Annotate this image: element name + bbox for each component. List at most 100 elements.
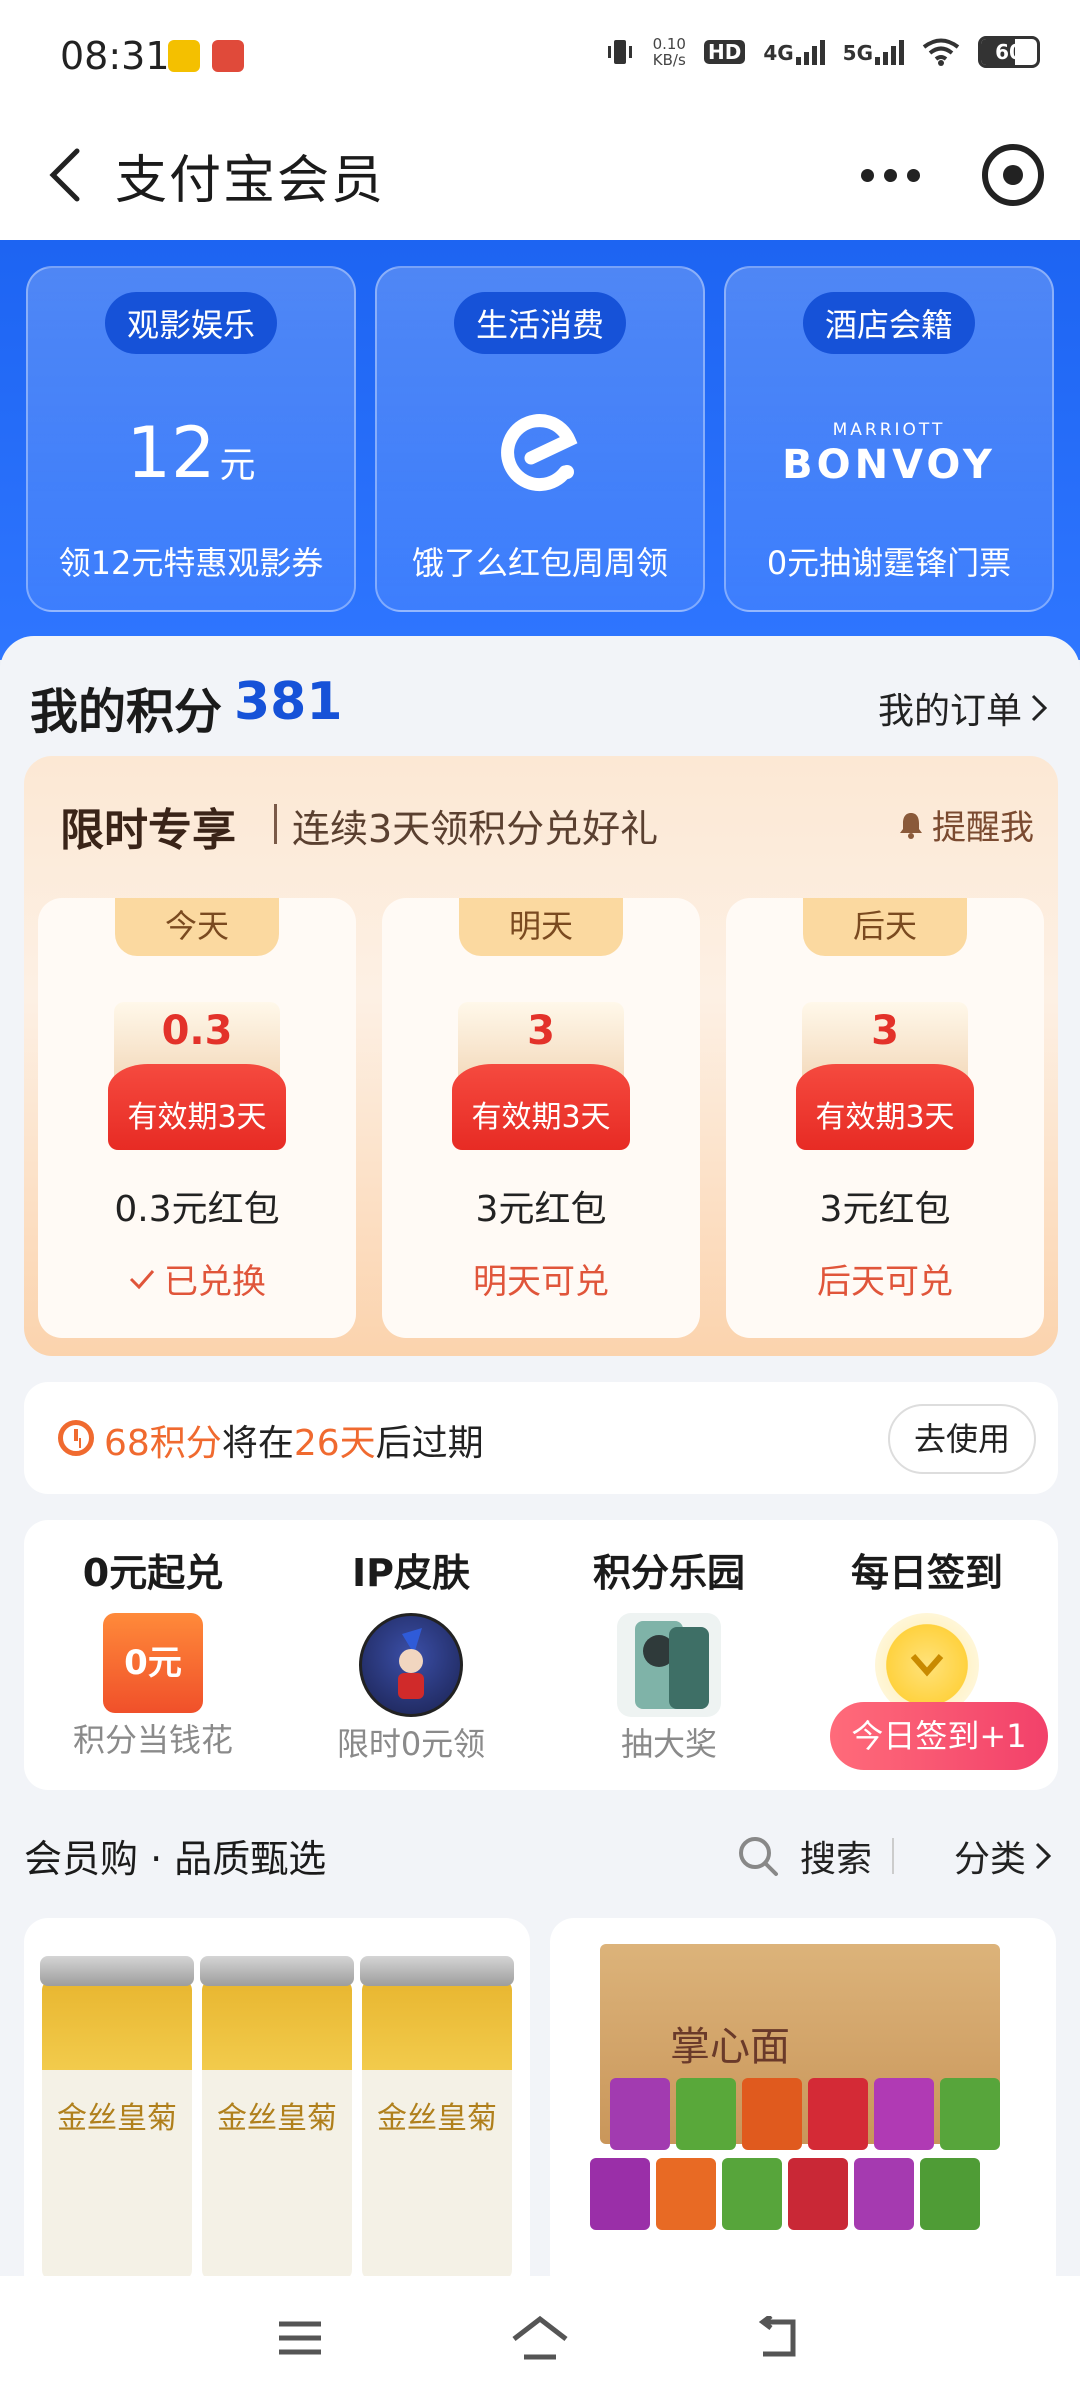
promo-caption: 领12元特惠观影券 [58,544,324,582]
back-arrow-icon [758,2316,796,2357]
promo-tag: 观影娱乐 [104,292,278,354]
remind-me-button[interactable]: 提醒我 [898,800,1034,849]
promo-caption: 饿了么红包周周领 [411,544,668,582]
promo-card-eleme[interactable]: 生活消费 饿了么红包周周领 [375,266,705,612]
feature-zero-redeem[interactable]: 0元起兑 0元 积分当钱花 [24,1542,282,1782]
net-speed-unit: KB/s [652,51,686,69]
product-label: 金丝皇菊 [217,2101,337,2136]
status-time: 08:31 [60,34,170,78]
more-options-button[interactable] [845,150,935,200]
mickey-avatar-icon [359,1613,463,1717]
category-button[interactable]: 分类 [954,1830,1052,1882]
promo-unit: 元 [219,445,256,486]
promo-amount-block: 12 元 [28,398,354,508]
snack-pack-icon [610,2078,670,2150]
feature-title: IP皮肤 [352,1551,470,1595]
phone-prize-icon [617,1613,721,1717]
reward-name: 0.3元红包 [114,1189,280,1230]
day-card-day-after[interactable]: 后天 3 有效期3天 3元红包 后天可兑 [726,898,1044,1338]
net-speed: 0.10 KB/s [653,36,686,68]
red-packet-value: 0.3 [161,1008,233,1054]
dot [883,168,897,182]
promo-card-marriott[interactable]: 酒店会籍 MARRIOTT BONVOY 0元抽谢霆锋门票 [724,266,1054,612]
shop-title: 会员购 · 品质甄选 [24,1837,327,1881]
red-packet-validity: 有效期3天 [796,1064,974,1150]
check-icon [129,1269,155,1289]
search-button[interactable]: 搜索 [736,1830,872,1882]
snack-pack-icon [742,2078,802,2150]
promo-tag: 酒店会籍 [802,292,976,354]
expiring-points-suffix: 后过期 [375,1423,484,1464]
day-card-tomorrow[interactable]: 明天 3 有效期3天 3元红包 明天可兑 [382,898,700,1338]
product-card[interactable]: 掌心面 [550,1918,1056,2298]
red-packet-value: 3 [871,1008,899,1054]
promo-card-movie[interactable]: 观影娱乐 12 元 领12元特惠观影券 [26,266,356,612]
use-points-button[interactable]: 去使用 [888,1404,1036,1474]
target-icon [1003,165,1023,185]
category-label: 分类 [953,1839,1026,1880]
my-orders-link[interactable]: 我的订单 [878,682,1048,734]
reward-name: 3元红包 [819,1189,951,1230]
feature-title: 0元起兑 [82,1551,224,1595]
snack-pack-icon [874,2078,934,2150]
dot [906,168,920,182]
promo-amount: 12 [126,412,216,494]
snack-pack-icon [722,2158,782,2230]
bell-icon [900,812,922,839]
product-jar-image: 金丝皇菊 [360,1956,514,2280]
notification-app-icon [168,40,200,72]
status-bar: 08:31 0.10 KB/s HD 4G 5G 60 [0,0,1080,110]
signal-4g-label: 4G [763,41,794,65]
points-title: 我的积分 [30,684,223,740]
divider [892,1838,894,1874]
signal-bars-icon [795,39,825,65]
chevron-right-icon [1035,1842,1052,1870]
vibrate-icon [607,40,632,64]
red-packet-validity: 有效期3天 [108,1064,286,1150]
day-tag: 后天 [803,898,967,956]
feature-title: 每日签到 [850,1551,1003,1595]
search-icon [738,1837,778,1876]
chevron-right-icon [1031,694,1048,722]
promo-caption: 0元抽谢霆锋门票 [766,544,1012,582]
reward-status: 已兑换 [38,1254,356,1303]
signal-bars-icon [875,39,904,65]
product-jar-image: 金丝皇菊 [200,1956,354,2280]
points-value[interactable]: 381 [234,672,343,732]
product-label: 金丝皇菊 [57,2101,177,2136]
close-miniapp-button[interactable] [982,144,1044,206]
home-button[interactable] [500,2308,580,2368]
marriott-logo-line1: MARRIOTT [832,419,946,440]
back-button[interactable] [30,140,100,210]
promo-logo-block [377,398,703,508]
signal-5g-label: 5G [842,41,873,65]
sorcerer-figure-icon [398,1628,424,1699]
chevron-left-icon [49,148,80,202]
feature-points-park[interactable]: 积分乐园 抽大奖 [540,1542,798,1782]
feature-grid: 0元起兑 0元 积分当钱花 IP皮肤 限时0元领 积分乐园 抽大奖 每日签到 今… [24,1520,1058,1790]
limited-offer-card: 限时专享 连续3天领积分兑好礼 提醒我 今天 0.3 有效期3天 0.3元红包 … [24,756,1058,1356]
day-card-today[interactable]: 今天 0.3 有效期3天 0.3元红包 已兑换 [38,898,356,1338]
feature-subtitle: 抽大奖 [620,1725,717,1763]
red-packet-icon: 3 有效期3天 [796,1002,974,1150]
my-orders-label: 我的订单 [877,691,1022,732]
day-tag: 今天 [115,898,279,956]
red-packet-icon: 0.3 有效期3天 [108,1002,286,1150]
snack-pack-icon [920,2158,980,2230]
expiring-points-days: 26天 [293,1423,376,1464]
daily-checkin-button[interactable]: 今日签到+1 [830,1702,1048,1770]
dot [860,168,874,182]
smartphone-icon [635,1621,709,1709]
feature-ip-skin[interactable]: IP皮肤 限时0元领 [282,1542,540,1782]
notification-app-icon [212,40,244,72]
reward-status: 后天可兑 [817,1262,953,1302]
search-label: 搜索 [799,1839,872,1880]
snack-pack-icon [676,2078,736,2150]
remind-me-label: 提醒我 [932,808,1034,848]
coupon-icon: 0元 [103,1613,203,1713]
back-nav-button[interactable] [740,2308,820,2368]
shop-header: 会员购 · 品质甄选 搜索 分类 [24,1816,1058,1896]
menu-icon [279,2321,321,2355]
menu-button[interactable] [260,2308,340,2368]
product-card[interactable]: 金丝皇菊 金丝皇菊 金丝皇菊 [24,1918,530,2298]
